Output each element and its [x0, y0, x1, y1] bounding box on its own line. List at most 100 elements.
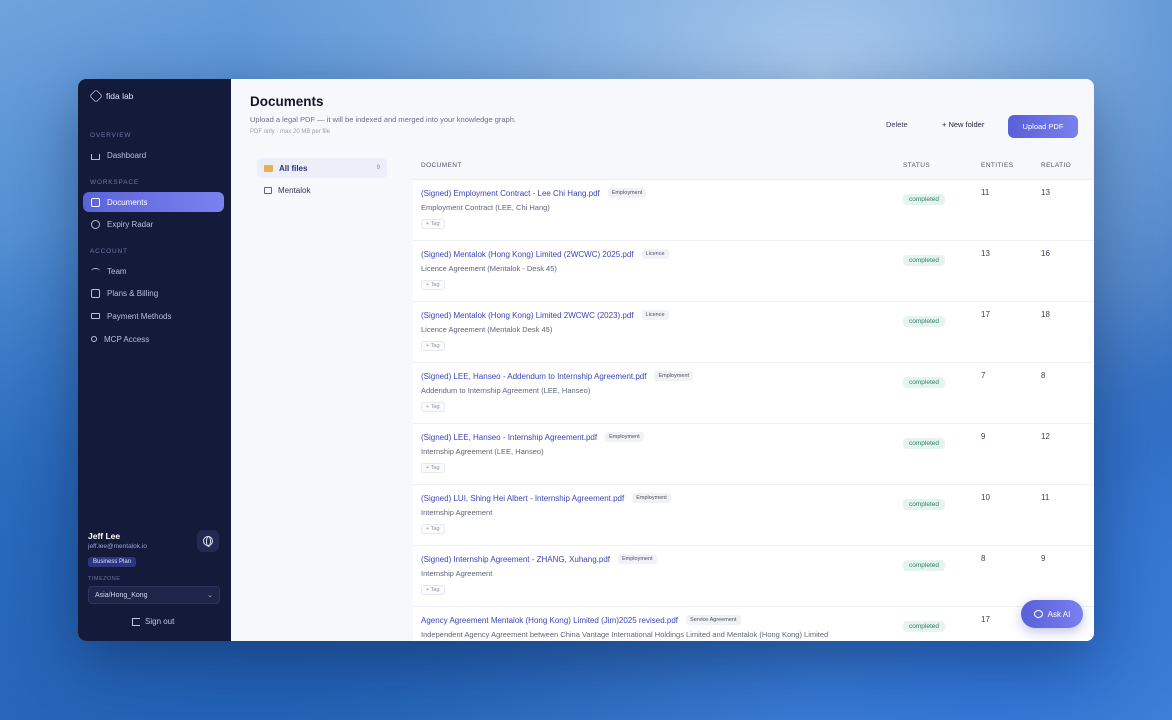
- ask-ai-button[interactable]: Ask AI: [1021, 600, 1083, 628]
- status-cell: completed: [903, 546, 981, 606]
- table-header: DOCUMENT STATUS ENTITIES RELATIO: [413, 152, 1094, 180]
- document-subtitle: Licence Agreement (Mentalok Desk 45): [421, 325, 553, 334]
- document-subtitle: Internship Agreement: [421, 569, 493, 578]
- sidebar-item-payment-methods[interactable]: Payment Methods: [83, 306, 224, 326]
- entities-count: 11: [981, 188, 990, 197]
- document-title-link[interactable]: (Signed) LEE, Hanseo - Internship Agreem…: [421, 433, 597, 442]
- sidebar-item-label: Plans & Billing: [107, 288, 159, 298]
- team-icon: [91, 268, 100, 274]
- sidebar-item-expiry-radar[interactable]: Expiry Radar: [83, 214, 224, 234]
- add-tag-button[interactable]: + Tag: [421, 585, 445, 595]
- sidebar-item-label: Expiry Radar: [107, 219, 154, 229]
- relations-count: 13: [1041, 188, 1050, 197]
- column-document[interactable]: DOCUMENT: [413, 162, 903, 169]
- home-icon: [91, 153, 100, 160]
- table-row[interactable]: (Signed) LEE, Hanseo - Addendum to Inter…: [413, 363, 1094, 424]
- category-badge: Licence: [641, 249, 669, 259]
- new-folder-button[interactable]: + New folder: [942, 120, 984, 129]
- document-title-line: (Signed) Internship Agreement - ZHANG, X…: [421, 554, 895, 564]
- table-row[interactable]: (Signed) LUI, Shing Hei Albert - Interns…: [413, 485, 1094, 546]
- document-title-link[interactable]: (Signed) Mentalok (Hong Kong) Limited 2W…: [421, 311, 634, 320]
- document-title-link[interactable]: (Signed) LUI, Shing Hei Albert - Interns…: [421, 494, 624, 503]
- sign-out-button[interactable]: Sign out: [132, 617, 174, 626]
- sidebar-item-label: Team: [107, 266, 127, 276]
- user-name: Jeff Lee: [88, 531, 121, 541]
- timezone-value: Asia/Hong_Kong: [95, 591, 148, 599]
- relations-count: 9: [1041, 554, 1046, 563]
- page-title: Documents: [250, 94, 324, 109]
- app-window: fida lab OVERVIEW Dashboard WORKSPACE Do…: [78, 79, 1094, 641]
- upload-note: PDF only · max 20 MB per file: [250, 129, 331, 135]
- document-cell: (Signed) Employment Contract - Lee Chi H…: [413, 180, 903, 240]
- document-title-link[interactable]: (Signed) LEE, Hanseo - Addendum to Inter…: [421, 372, 646, 381]
- delete-button[interactable]: Delete: [886, 120, 908, 129]
- document-subtitle: Internship Agreement (LEE, Hanseo): [421, 447, 544, 456]
- ask-ai-label: Ask AI: [1047, 609, 1071, 619]
- brand-logo[interactable]: fida lab: [89, 89, 134, 103]
- add-tag-button[interactable]: + Tag: [421, 280, 445, 290]
- entities-count: 13: [981, 249, 990, 258]
- status-badge: completed: [903, 560, 945, 571]
- upload-pdf-button[interactable]: Upload PDF: [1008, 115, 1078, 138]
- sidebar-item-plans-billing[interactable]: Plans & Billing: [83, 283, 224, 303]
- add-tag-button[interactable]: + Tag: [421, 341, 445, 351]
- add-tag-button[interactable]: + Tag: [421, 402, 445, 412]
- relations-count: 16: [1041, 249, 1050, 258]
- document-title-link[interactable]: (Signed) Mentalok (Hong Kong) Limited (2…: [421, 250, 634, 259]
- sidebar-item-mcp-access[interactable]: MCP Access: [83, 329, 224, 349]
- status-cell: completed: [903, 241, 981, 301]
- document-title-line: (Signed) Employment Contract - Lee Chi H…: [421, 188, 895, 198]
- document-cell: (Signed) Internship Agreement - ZHANG, X…: [413, 546, 903, 606]
- billing-icon: [91, 288, 100, 298]
- document-title-link[interactable]: (Signed) Internship Agreement - ZHANG, X…: [421, 555, 610, 564]
- folder-all-files[interactable]: All files 9: [257, 158, 387, 178]
- sidebar-item-dashboard[interactable]: Dashboard: [83, 145, 224, 165]
- clock-icon: [91, 219, 100, 229]
- folder-mentalok[interactable]: Mentalok: [257, 180, 387, 200]
- brand-name: fida lab: [106, 91, 134, 101]
- table-row[interactable]: (Signed) Internship Agreement - ZHANG, X…: [413, 546, 1094, 607]
- add-tag-button[interactable]: + Tag: [421, 219, 445, 229]
- document-cell: (Signed) LEE, Hanseo - Internship Agreem…: [413, 424, 903, 484]
- entities-count: 17: [981, 310, 990, 319]
- sidebar-item-label: MCP Access: [104, 334, 150, 344]
- relations-count: 18: [1041, 310, 1050, 319]
- table-row[interactable]: (Signed) LEE, Hanseo - Internship Agreem…: [413, 424, 1094, 485]
- table-row[interactable]: Agency Agreement Mentalok (Hong Kong) Li…: [413, 607, 1094, 641]
- status-badge: completed: [903, 194, 945, 205]
- category-badge: Employment: [618, 554, 657, 564]
- section-account: ACCOUNT: [90, 248, 128, 255]
- status-cell: completed: [903, 607, 981, 641]
- sidebar-item-team[interactable]: Team: [83, 261, 224, 281]
- document-subtitle: Independent Agency Agreement between Chi…: [421, 630, 829, 639]
- user-email: jeff.lee@mentalok.io: [88, 543, 147, 550]
- column-status[interactable]: STATUS: [903, 162, 981, 169]
- document-title-line: Agency Agreement Mentalok (Hong Kong) Li…: [421, 615, 895, 625]
- document-title-line: (Signed) Mentalok (Hong Kong) Limited (2…: [421, 249, 895, 259]
- status-badge: completed: [903, 438, 945, 449]
- add-tag-button[interactable]: + Tag: [421, 463, 445, 473]
- column-entities[interactable]: ENTITIES: [981, 162, 1041, 169]
- table-row[interactable]: (Signed) Mentalok (Hong Kong) Limited 2W…: [413, 302, 1094, 363]
- sign-out-icon: [132, 617, 140, 626]
- entities-count: 7: [981, 371, 986, 380]
- sidebar-item-label: Dashboard: [107, 150, 147, 160]
- category-badge: Service Agreement: [686, 615, 741, 625]
- card-icon: [91, 313, 100, 319]
- table-row[interactable]: (Signed) Mentalok (Hong Kong) Limited (2…: [413, 241, 1094, 302]
- timezone-label: TIMEZONE: [88, 576, 121, 582]
- category-badge: Employment: [607, 188, 647, 198]
- main-content: Documents Upload a legal PDF — it will b…: [231, 79, 1094, 641]
- column-relations[interactable]: RELATIO: [1041, 162, 1094, 169]
- add-tag-button[interactable]: + Tag: [421, 524, 445, 534]
- sidebar-item-label: Payment Methods: [107, 311, 172, 321]
- document-title-link[interactable]: Agency Agreement Mentalok (Hong Kong) Li…: [421, 616, 678, 625]
- sidebar: fida lab OVERVIEW Dashboard WORKSPACE Do…: [78, 79, 231, 641]
- table-row[interactable]: (Signed) Employment Contract - Lee Chi H…: [413, 180, 1094, 241]
- document-title-link[interactable]: (Signed) Employment Contract - Lee Chi H…: [421, 189, 600, 198]
- status-badge: completed: [903, 499, 945, 510]
- sidebar-item-documents[interactable]: Documents: [83, 192, 224, 212]
- language-button[interactable]: [197, 530, 219, 552]
- timezone-select[interactable]: Asia/Hong_Kong ⌄: [88, 586, 220, 604]
- entities-count: 9: [981, 432, 986, 441]
